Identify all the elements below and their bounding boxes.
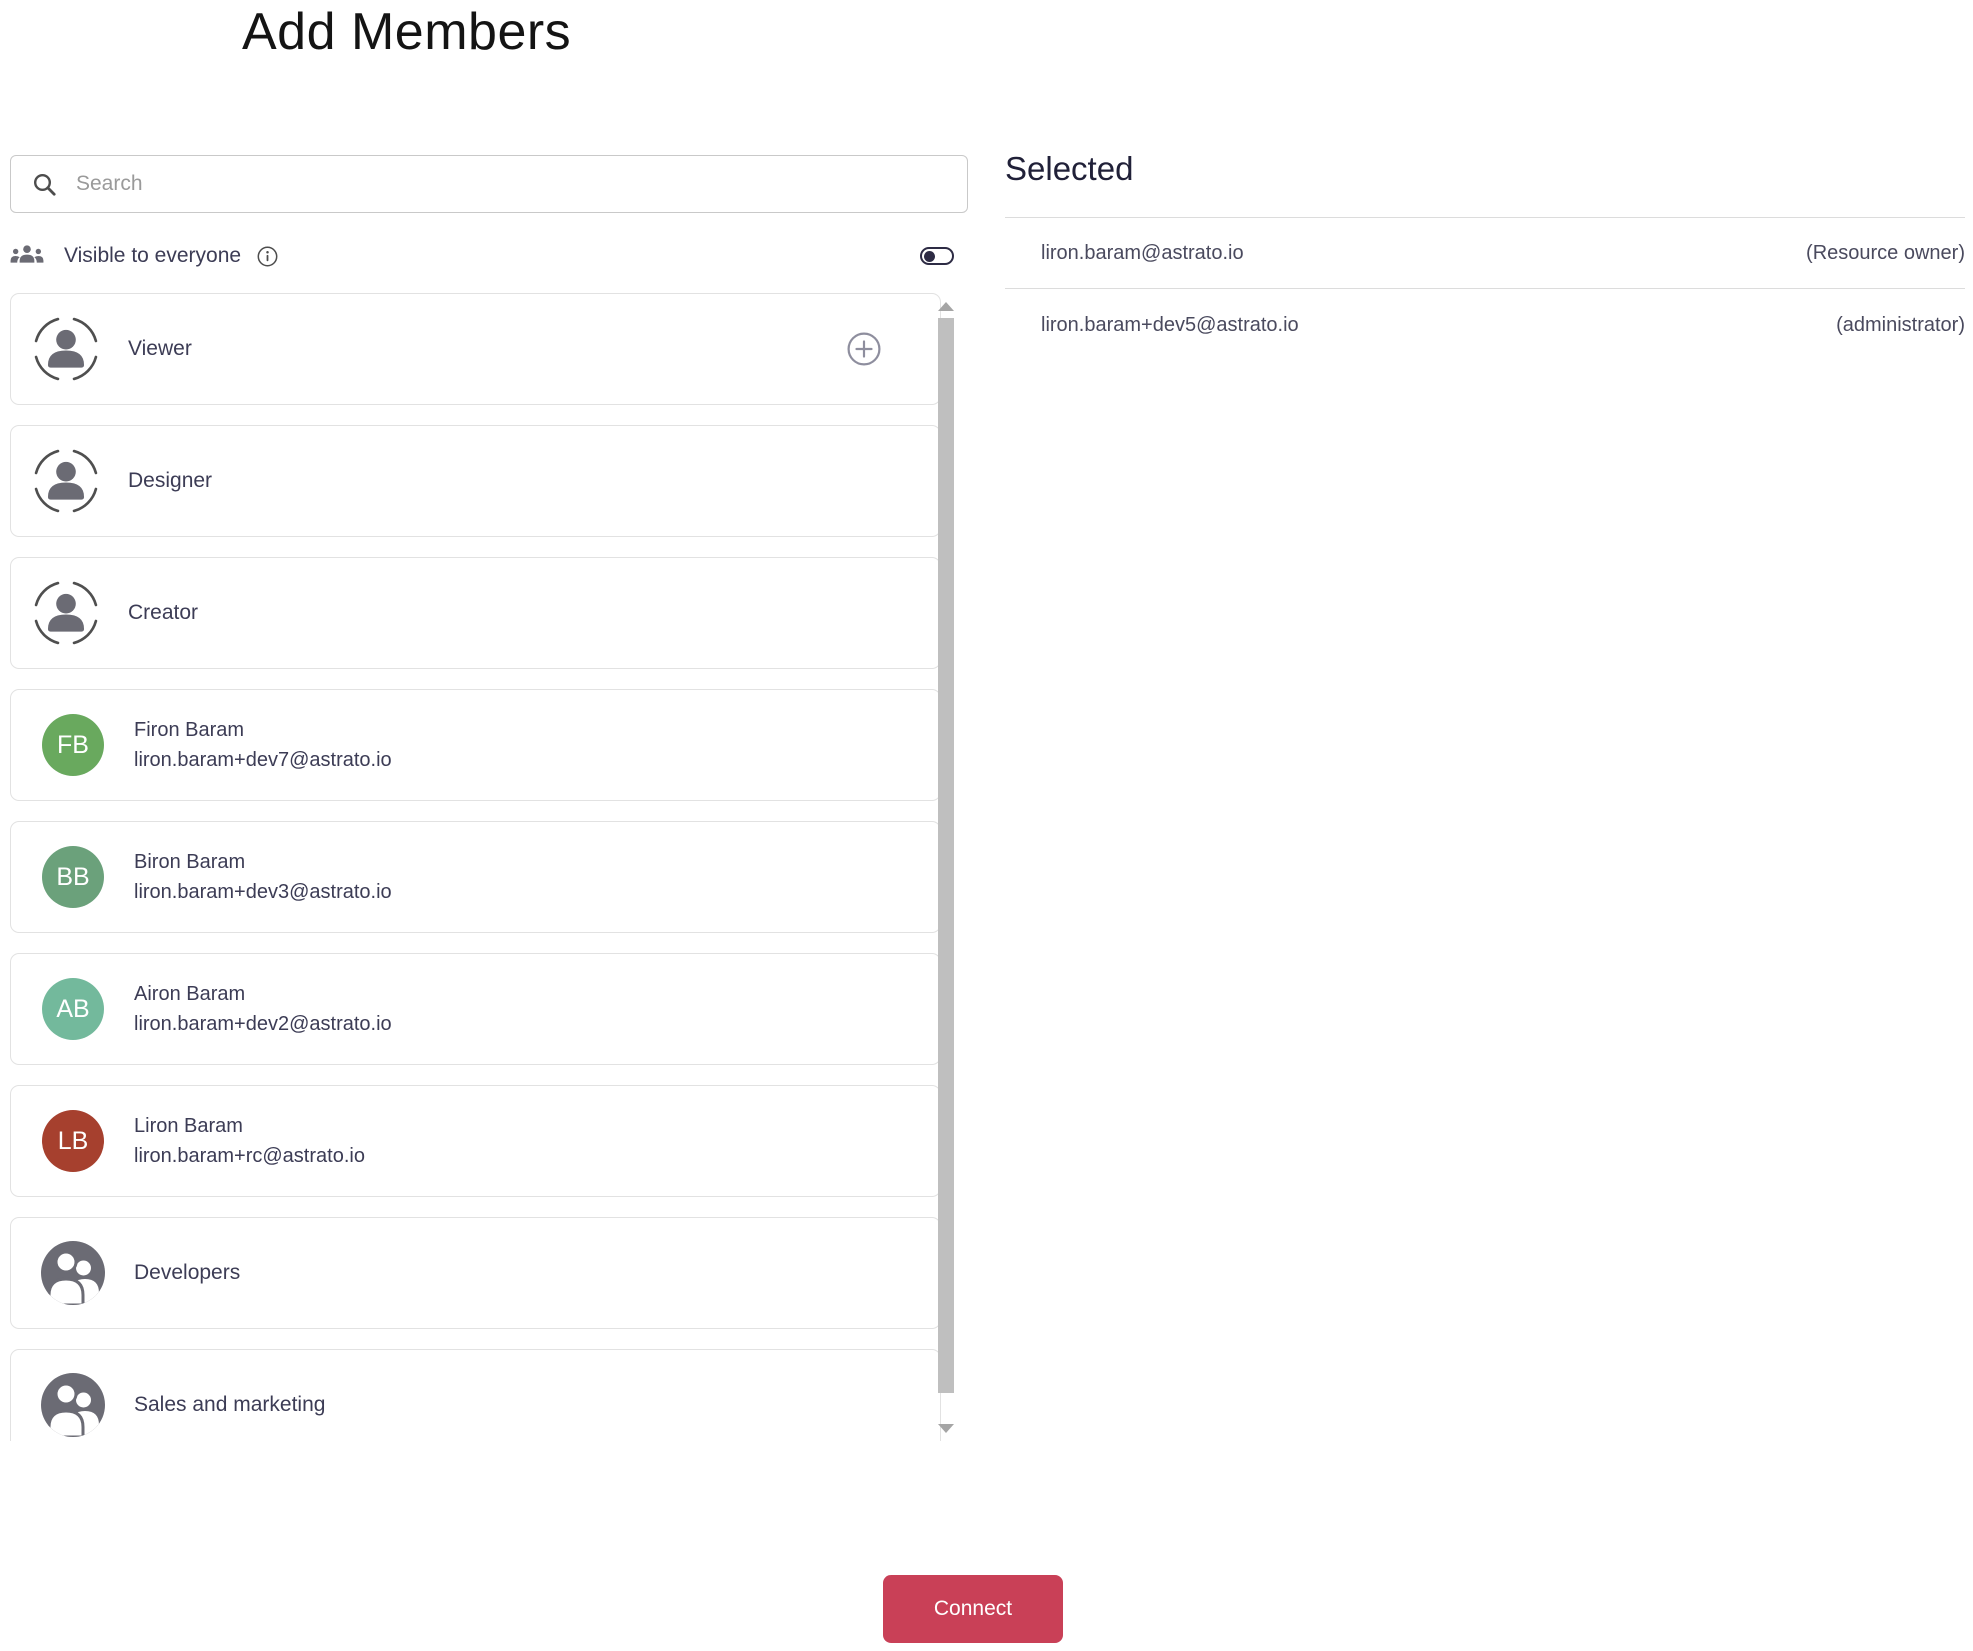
list-item-user[interactable]: BB Biron Baram liron.baram+dev3@astrato.… [10, 821, 941, 933]
person-dashed-icon [33, 316, 99, 382]
members-list: Viewer Designer Creator FB Firon Baram l… [10, 293, 966, 1441]
selected-member-role: (Resource owner) [1806, 241, 1965, 264]
visibility-label: Visible to everyone [64, 244, 242, 267]
selected-member-email: liron.baram+dev5@astrato.io [1041, 313, 1299, 336]
person-dashed-icon [33, 580, 99, 646]
list-item-user[interactable]: LB Liron Baram liron.baram+rc@astrato.io [10, 1085, 941, 1197]
search-input[interactable] [76, 172, 967, 196]
search-box [10, 155, 968, 213]
user-name: Airon Baram [134, 982, 246, 1005]
scroll-down-icon[interactable] [938, 1424, 954, 1433]
scrollbar-thumb[interactable] [938, 318, 954, 1393]
user-email: liron.baram+dev3@astrato.io [134, 880, 392, 903]
avatar: BB [42, 846, 104, 908]
selected-member-email: liron.baram@astrato.io [1041, 241, 1244, 264]
selected-member-role: (administrator) [1836, 313, 1965, 336]
selected-panel: Selected liron.baram@astrato.io (Resourc… [1005, 150, 1965, 361]
toggle-knob [924, 250, 935, 262]
group-avatar-icon [41, 1241, 105, 1305]
person-dashed-icon [33, 448, 99, 514]
page-title: Add Members [242, 3, 572, 61]
selected-member-row: liron.baram@astrato.io (Resource owner) [1005, 217, 1965, 289]
user-name: Firon Baram [134, 718, 245, 741]
list-item-group-developers[interactable]: Developers [10, 1217, 941, 1329]
user-email: liron.baram+dev2@astrato.io [134, 1012, 392, 1035]
user-name: Biron Baram [134, 850, 246, 873]
groups-icon [10, 241, 44, 271]
avatar: AB [42, 978, 104, 1040]
list-item-label: Designer [128, 469, 213, 492]
visibility-toggle[interactable] [920, 247, 954, 265]
list-item-label: Creator [128, 601, 199, 624]
user-email: liron.baram+rc@astrato.io [134, 1144, 365, 1167]
scroll-up-icon[interactable] [938, 302, 954, 311]
list-item-label: Developers [134, 1261, 241, 1284]
info-icon[interactable] [257, 246, 278, 267]
list-item-user[interactable]: FB Firon Baram liron.baram+dev7@astrato.… [10, 689, 941, 801]
list-item-group-sales[interactable]: Sales and marketing [10, 1349, 941, 1441]
avatar: LB [42, 1110, 104, 1172]
avatar: FB [42, 714, 104, 776]
list-item-label: Viewer [128, 337, 192, 360]
list-item-user[interactable]: AB Airon Baram liron.baram+dev2@astrato.… [10, 953, 941, 1065]
list-item-role-creator[interactable]: Creator [10, 557, 941, 669]
list-item-role-designer[interactable]: Designer [10, 425, 941, 537]
search-icon [31, 171, 58, 198]
group-avatar-icon [41, 1373, 105, 1437]
add-icon[interactable] [846, 331, 882, 367]
selected-heading: Selected [1005, 150, 1134, 187]
list-item-label: Sales and marketing [134, 1393, 326, 1416]
connect-button[interactable]: Connect [883, 1575, 1063, 1643]
visibility-row: Visible to everyone [10, 238, 968, 274]
list-item-role-viewer[interactable]: Viewer [10, 293, 941, 405]
user-name: Liron Baram [134, 1114, 243, 1137]
selected-member-row: liron.baram+dev5@astrato.io (administrat… [1005, 289, 1965, 361]
user-email: liron.baram+dev7@astrato.io [134, 748, 392, 771]
